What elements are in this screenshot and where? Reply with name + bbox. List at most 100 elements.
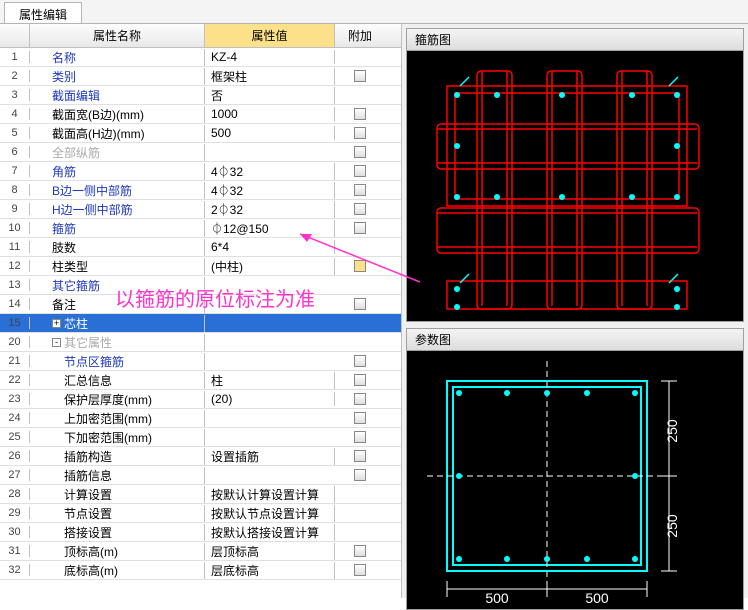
checkbox[interactable] (354, 108, 366, 120)
expand-icon[interactable]: + (52, 319, 61, 328)
row-number: 29 (0, 507, 30, 519)
property-value-cell[interactable]: 4⏀32 (205, 163, 335, 180)
grid-row[interactable]: 4 截面宽(B边)(mm) 1000 (0, 105, 401, 124)
property-value-cell[interactable]: 否 (205, 87, 335, 104)
property-name-cell: 底标高(m) (30, 562, 205, 579)
property-value-cell[interactable]: 层底标高 (205, 562, 335, 579)
property-name: 备注 (52, 296, 76, 313)
checkbox[interactable] (354, 203, 366, 215)
checkbox[interactable] (354, 127, 366, 139)
grid-row[interactable]: 20-其它属性 (0, 333, 401, 352)
row-number: 31 (0, 545, 30, 557)
grid-row[interactable]: 2类别框架柱 (0, 67, 401, 86)
property-value-cell[interactable]: 框架柱 (205, 68, 335, 85)
grid-row[interactable]: 28计算设置按默认计算设置计算 (0, 485, 401, 504)
property-name-cell: 截面高(H边)(mm) (30, 125, 205, 142)
header-name: 属性名称 (30, 24, 205, 47)
grid-row[interactable]: 11肢数6*4 (0, 238, 401, 257)
grid-row[interactable]: 30搭接设置按默认搭接设置计算 (0, 523, 401, 542)
row-number: 20 (0, 336, 30, 348)
row-number: 1 (0, 51, 30, 63)
checkbox[interactable] (354, 146, 366, 158)
grid-row[interactable]: 9H边一侧中部筋2⏀32 (0, 200, 401, 219)
property-name-cell: 节点区箍筋 (30, 353, 205, 370)
property-name-cell: 其它箍筋 (30, 277, 205, 294)
row-number: 27 (0, 469, 30, 481)
property-name-cell: 肢数 (30, 239, 205, 256)
property-value-cell[interactable]: 2⏀32 (205, 201, 335, 218)
extra-cell (335, 203, 385, 215)
property-name-cell: 全部纵筋 (30, 144, 205, 161)
grid-row[interactable]: 8B边一侧中部筋4⏀32 (0, 181, 401, 200)
grid-row[interactable]: 6全部纵筋 (0, 143, 401, 162)
stirrup-diagram-title: 箍筋图 (407, 29, 743, 51)
checkbox[interactable] (354, 545, 366, 557)
checkbox[interactable] (354, 393, 366, 405)
property-value-cell[interactable]: (中柱) (205, 258, 335, 275)
row-number: 26 (0, 450, 30, 462)
checkbox[interactable] (354, 222, 366, 234)
grid-row[interactable]: 27 插筋信息 (0, 466, 401, 485)
property-name: 截面宽(B边)(mm) (52, 106, 144, 123)
checkbox[interactable] (354, 184, 366, 196)
property-value-cell[interactable]: KZ-4 (205, 50, 335, 64)
checkbox[interactable] (354, 298, 366, 310)
property-value-cell[interactable]: 1000 (205, 107, 335, 121)
property-name: 柱类型 (52, 258, 88, 275)
row-number: 32 (0, 564, 30, 576)
grid-row[interactable]: 13其它箍筋 (0, 276, 401, 295)
property-value-cell[interactable]: 4⏀32 (205, 182, 335, 199)
property-name-cell: -其它属性 (30, 334, 205, 351)
grid-row[interactable]: 32底标高(m)层底标高 (0, 561, 401, 580)
grid-row[interactable]: 31顶标高(m)层顶标高 (0, 542, 401, 561)
grid-row[interactable]: 24上加密范围(mm) (0, 409, 401, 428)
property-value-cell[interactable]: (20) (205, 392, 335, 406)
row-number: 4 (0, 108, 30, 120)
param-diagram-panel: 参数图 (406, 328, 744, 610)
checkbox[interactable] (354, 469, 366, 481)
property-value-cell[interactable]: 柱 (205, 372, 335, 389)
checkbox[interactable] (354, 450, 366, 462)
row-number: 10 (0, 222, 30, 234)
grid-row[interactable]: 12柱类型(中柱) (0, 257, 401, 276)
grid-row[interactable]: 25下加密范围(mm) (0, 428, 401, 447)
property-value-cell[interactable]: ⏀12@150 (205, 220, 335, 237)
grid-row[interactable]: 23保护层厚度(mm)(20) (0, 390, 401, 409)
row-number: 15 (0, 317, 30, 329)
property-value-cell[interactable]: 6*4 (205, 240, 335, 254)
checkbox[interactable] (354, 355, 366, 367)
extra-cell (335, 469, 385, 481)
checkbox[interactable] (354, 564, 366, 576)
row-number: 14 (0, 298, 30, 310)
grid-row[interactable]: 26 插筋构造 设置插筋 (0, 447, 401, 466)
checkbox[interactable] (354, 431, 366, 443)
extra-cell (335, 184, 385, 196)
property-value-cell[interactable]: 设置插筋 (205, 448, 335, 465)
grid-row[interactable]: 3截面编辑否 (0, 86, 401, 105)
checkbox[interactable] (354, 260, 366, 272)
property-value-cell[interactable]: 500 (205, 126, 335, 140)
grid-row[interactable]: 14 备注 (0, 295, 401, 314)
extra-cell (335, 298, 385, 310)
grid-row[interactable]: 10箍筋⏀12@150 (0, 219, 401, 238)
grid-row[interactable]: 5截面高(H边)(mm)500 (0, 124, 401, 143)
checkbox[interactable] (354, 165, 366, 177)
checkbox[interactable] (354, 374, 366, 386)
expand-icon[interactable]: - (52, 338, 61, 347)
checkbox[interactable] (354, 70, 366, 82)
checkbox[interactable] (354, 412, 366, 424)
property-value-cell[interactable]: 按默认搭接设置计算 (205, 524, 335, 541)
tab-property-edit[interactable]: 属性编辑 (4, 2, 82, 23)
property-value-cell[interactable]: 层顶标高 (205, 543, 335, 560)
property-value-cell[interactable]: 按默认节点设置计算 (205, 505, 335, 522)
property-name: 插筋信息 (64, 467, 112, 484)
grid-row[interactable]: 22汇总信息柱 (0, 371, 401, 390)
grid-row[interactable]: 7角筋4⏀32 (0, 162, 401, 181)
property-value-cell[interactable]: 按默认计算设置计算 (205, 486, 335, 503)
property-name: 插筋构造 (64, 448, 112, 465)
grid-row[interactable]: 21节点区箍筋 (0, 352, 401, 371)
grid-row[interactable]: 29节点设置按默认节点设置计算 (0, 504, 401, 523)
grid-row[interactable]: 1名称KZ-4 (0, 48, 401, 67)
property-name: 其它箍筋 (52, 277, 100, 294)
grid-row[interactable]: 15+芯柱 (0, 314, 401, 333)
